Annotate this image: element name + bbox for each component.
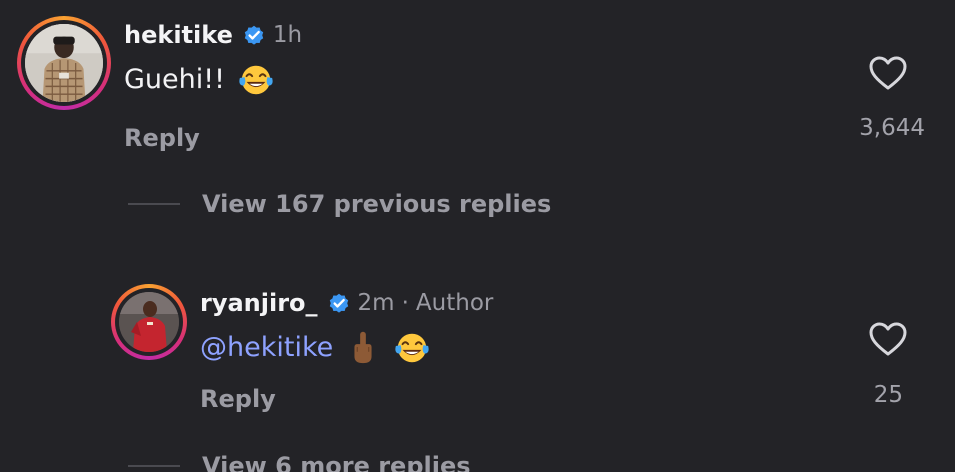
verified-badge-icon	[326, 290, 352, 316]
view-previous-replies-button[interactable]: View 167 previous replies	[128, 190, 551, 218]
avatar-photo	[119, 292, 179, 352]
comment-text: Guehi!!	[124, 60, 275, 98]
author-tag: Author	[415, 290, 494, 316]
reply-text: @hekitike	[200, 328, 431, 366]
meta-separator: ·	[401, 290, 409, 316]
reply-button[interactable]: Reply	[124, 124, 200, 152]
comment-body: Guehi!!	[124, 63, 225, 95]
comment-time: 1h	[272, 22, 303, 48]
footballer-in-red-kit-image	[119, 292, 179, 352]
face-with-tears-of-joy-icon	[393, 328, 431, 366]
like-count: 3,644	[859, 115, 925, 141]
avatar-hekitike[interactable]	[17, 16, 111, 110]
view-more-replies-button[interactable]: View 6 more replies	[128, 452, 471, 472]
username[interactable]: hekitike	[124, 21, 233, 49]
heart-outline-icon[interactable]	[868, 55, 908, 91]
avatar-ryanjiro[interactable]	[111, 284, 187, 360]
like-count: 25	[873, 382, 903, 408]
face-with-tears-of-joy-icon	[237, 60, 275, 98]
person-in-plaid-jacket-image	[25, 24, 103, 102]
thread-divider-line	[128, 465, 180, 467]
middle-finger-icon	[347, 328, 379, 366]
verified-badge-icon	[241, 22, 267, 48]
reply-time: 2m	[357, 290, 395, 316]
thread-divider-line	[128, 203, 180, 205]
view-previous-replies-label: View 167 previous replies	[202, 190, 552, 218]
reply-button[interactable]: Reply	[200, 385, 276, 413]
heart-outline-icon[interactable]	[868, 321, 908, 357]
comment-meta: hekitike 1h	[124, 21, 302, 49]
reply-meta: ryanjiro_ 2m · Author	[200, 289, 493, 317]
avatar-photo	[25, 24, 103, 102]
mention-link[interactable]: @hekitike	[200, 332, 333, 363]
comments-screen: hekitike 1h Guehi!! Reply 3,644 View 167…	[0, 0, 955, 472]
username[interactable]: ryanjiro_	[200, 289, 318, 317]
view-more-replies-label: View 6 more replies	[202, 452, 471, 472]
